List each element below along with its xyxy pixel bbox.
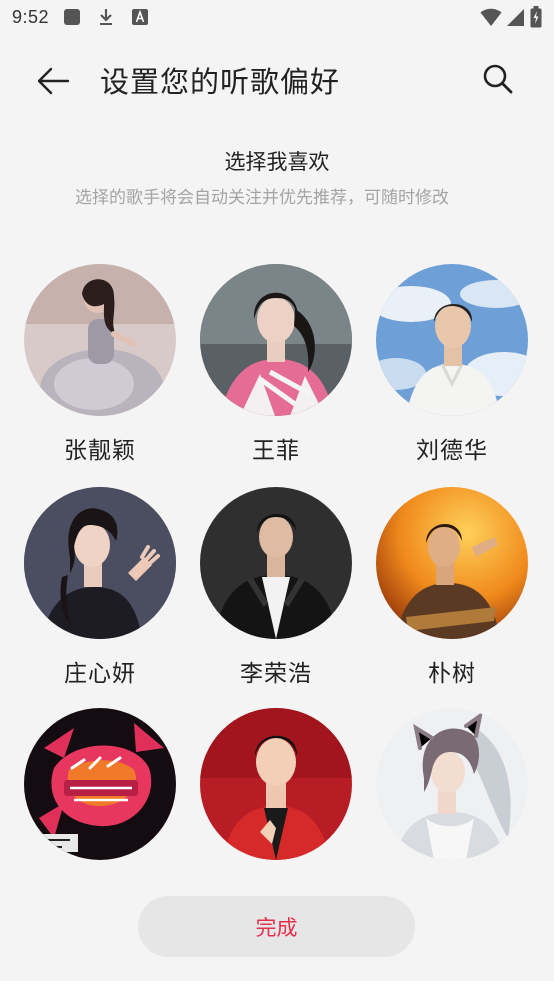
artist-avatar: [376, 487, 528, 639]
section-subtitle: 选择的歌手将会自动关注并优先推荐，可随时修改: [75, 188, 449, 208]
header: 设置您的听歌偏好: [0, 45, 554, 115]
artist-card[interactable]: [376, 708, 528, 875]
artist-card[interactable]: 朴树: [376, 487, 528, 688]
status-time: 9:52: [12, 6, 50, 27]
wifi-icon: [480, 7, 502, 31]
artist-avatar: [24, 708, 176, 860]
artist-card[interactable]: 李荣浩: [200, 487, 352, 688]
artist-name: 庄心妍: [64, 661, 136, 687]
artist-avatar: [200, 487, 352, 639]
artist-avatar: [24, 487, 176, 639]
artist-avatar: [376, 264, 528, 416]
back-button[interactable]: [33, 61, 73, 101]
font-app-icon: [131, 8, 149, 26]
page-title: 设置您的听歌偏好: [100, 65, 341, 99]
artist-avatar: [200, 708, 352, 860]
artist-name: 朴树: [428, 661, 476, 687]
artist-card[interactable]: 张靓颖: [24, 264, 176, 465]
artist-avatar: [200, 264, 352, 416]
artist-card[interactable]: [24, 708, 176, 875]
status-bar: 9:52: [0, 0, 554, 34]
status-indicators: [480, 6, 542, 32]
notification-app-icon: [63, 8, 81, 26]
artist-name: 李荣浩: [240, 661, 312, 687]
search-button[interactable]: [478, 59, 518, 99]
artist-card[interactable]: 庄心妍: [24, 487, 176, 688]
battery-icon: [530, 6, 542, 32]
back-arrow-icon: [37, 67, 70, 95]
artist-card[interactable]: 刘德华: [376, 264, 528, 465]
done-button[interactable]: 完成: [138, 896, 415, 957]
download-icon: [97, 8, 115, 26]
artist-card[interactable]: [200, 708, 352, 875]
artist-name: 刘德华: [416, 438, 488, 464]
search-icon: [483, 64, 513, 94]
artist-avatar: [24, 264, 176, 416]
signal-icon: [506, 7, 526, 31]
artist-card[interactable]: 王菲: [200, 264, 352, 465]
artist-name: 王菲: [252, 438, 300, 464]
artist-avatar: [376, 708, 528, 860]
section-title: 选择我喜欢: [224, 150, 330, 174]
artist-name: 张靓颖: [64, 438, 136, 464]
